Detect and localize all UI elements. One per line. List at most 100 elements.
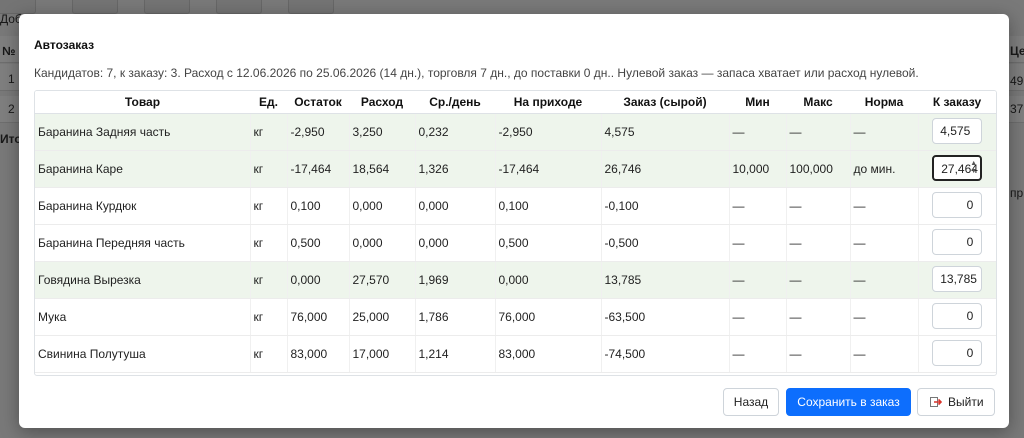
table-row[interactable]: Баранина Задняя часть кг -2,950 3,250 0,232-…	[35, 113, 996, 151]
column-header[interactable]: Заказ (сырой)	[601, 91, 729, 114]
order-qty-input[interactable]: 0	[932, 302, 983, 329]
raw-order-cell: -0,100	[601, 187, 730, 225]
max-cell: —	[786, 224, 851, 262]
table-body: Баранина Задняя часть кг -2,950 3,250 0,232-…	[35, 113, 996, 373]
table-row[interactable]: Баранина Каре кг -17,464 18,564 1,326 -17,464…	[35, 150, 996, 188]
order-qty-value: 0	[966, 308, 974, 323]
avg-day-cell: 1,214	[415, 335, 496, 373]
min-cell: —	[729, 187, 787, 225]
max-cell: 100,000	[786, 150, 851, 188]
incoming-cell: 0,500	[495, 224, 602, 262]
order-qty-value: 0	[966, 345, 974, 360]
product-cell: Баранина Курдюк	[35, 187, 251, 225]
order-qty-cell: 13,785	[918, 261, 996, 299]
min-cell: —	[729, 113, 787, 151]
consumption-cell: 18,564	[349, 150, 416, 188]
order-qty-input[interactable]: 0	[932, 228, 983, 255]
order-qty-value: 0	[966, 197, 974, 212]
min-cell: 10,000	[729, 150, 787, 188]
consumption-cell: 17,000	[349, 335, 416, 373]
table-header-row: Товар Ед. Остаток Расход Ср./день На приходе З…	[35, 91, 996, 114]
table-row[interactable]: Говядина Вырезка кг 0,000 27,570 1,969 0,000 1…	[35, 261, 996, 299]
table-row[interactable]: Свинина Полутуша кг 83,000 17,000 1,214 83,00…	[35, 335, 996, 373]
column-header[interactable]: К заказу	[918, 91, 996, 114]
exit-button-label: Выйти	[948, 395, 984, 409]
column-header[interactable]: Норма	[850, 91, 918, 114]
order-qty-input[interactable]: 27,464 ▲ ▼	[932, 154, 983, 181]
exit-icon	[930, 397, 942, 407]
stock-cell: -2,950	[287, 113, 350, 151]
incoming-cell: 76,000	[495, 298, 602, 336]
table-row[interactable]: Баранина Курдюк кг 0,100 0,000 0,000 0,100 -0,…	[35, 187, 996, 225]
raw-order-cell: 26,746	[601, 150, 730, 188]
stock-cell: 0,000	[287, 261, 350, 299]
raw-order-cell: 4,575	[601, 113, 730, 151]
column-header[interactable]: Ед.	[250, 91, 287, 114]
consumption-cell: 0,000	[349, 224, 416, 262]
min-cell: —	[729, 224, 787, 262]
incoming-cell: 0,000	[495, 261, 602, 299]
consumption-cell: 27,570	[349, 261, 416, 299]
product-cell: Говядина Вырезка	[35, 261, 251, 299]
stock-cell: 0,100	[287, 187, 350, 225]
column-header[interactable]: Мин	[729, 91, 786, 114]
table-row[interactable]: Баранина Передняя часть кг 0,500 0,000 0,000…	[35, 224, 996, 262]
avg-day-cell: 1,326	[415, 150, 496, 188]
consumption-cell: 0,000	[349, 187, 416, 225]
norm-cell: —	[850, 335, 919, 373]
order-qty-cell: 0	[918, 298, 996, 336]
consumption-cell: 3,250	[349, 113, 416, 151]
avg-day-cell: 1,969	[415, 261, 496, 299]
order-qty-input[interactable]: 0	[932, 191, 983, 218]
norm-cell: —	[850, 113, 919, 151]
min-cell: —	[729, 335, 787, 373]
norm-cell: —	[850, 187, 919, 225]
autoorder-table: Товар Ед. Остаток Расход Ср./день На приходе З…	[35, 91, 996, 373]
raw-order-cell: -0,500	[601, 224, 730, 262]
norm-cell: —	[850, 298, 919, 336]
min-cell: —	[729, 298, 787, 336]
order-qty-cell: 0	[918, 187, 996, 225]
avg-day-cell: 0,232	[415, 113, 496, 151]
table-row[interactable]: Мука кг 76,000 25,000 1,786 76,000 -63,500— — —0	[35, 298, 996, 336]
stock-cell: 76,000	[287, 298, 350, 336]
order-qty-value: 13,785	[940, 271, 977, 286]
stock-cell: 0,500	[287, 224, 350, 262]
column-header[interactable]: Расход	[349, 91, 415, 114]
order-qty-cell: 0	[918, 224, 996, 262]
modal-title: Автозаказ	[34, 38, 95, 52]
column-header[interactable]: Товар	[35, 91, 250, 114]
max-cell: —	[786, 261, 851, 299]
autoorder-table-wrapper[interactable]: Товар Ед. Остаток Расход Ср./день На приходе З…	[34, 90, 997, 376]
spinner-arrows-icon[interactable]: ▲ ▼	[969, 160, 978, 177]
unit-cell: кг	[250, 261, 288, 299]
order-qty-input[interactable]: 0	[932, 339, 983, 366]
save-to-order-button[interactable]: Сохранить в заказ	[786, 388, 911, 416]
unit-cell: кг	[250, 150, 288, 188]
column-header[interactable]: Макс	[786, 91, 850, 114]
order-qty-cell: 0	[918, 335, 996, 373]
max-cell: —	[786, 113, 851, 151]
norm-cell: до мин.	[850, 150, 919, 188]
max-cell: —	[786, 298, 851, 336]
back-button[interactable]: Назад	[723, 388, 779, 416]
product-cell: Мука	[35, 298, 251, 336]
column-header[interactable]: Ср./день	[415, 91, 495, 114]
order-qty-input[interactable]: 13,785	[932, 265, 983, 292]
autoorder-modal: Автозаказ Кандидатов: 7, к заказу: 3. Ра…	[19, 14, 1009, 428]
stock-cell: -17,464	[287, 150, 350, 188]
column-header[interactable]: Остаток	[287, 91, 349, 114]
product-cell: Баранина Задняя часть	[35, 113, 251, 151]
norm-cell: —	[850, 224, 919, 262]
incoming-cell: 0,100	[495, 187, 602, 225]
unit-cell: кг	[250, 335, 288, 373]
min-cell: —	[729, 261, 787, 299]
max-cell: —	[786, 335, 851, 373]
order-qty-input[interactable]: 4,575	[932, 117, 983, 144]
exit-button[interactable]: Выйти	[917, 388, 995, 416]
product-cell: Свинина Полутуша	[35, 335, 251, 373]
unit-cell: кг	[250, 298, 288, 336]
avg-day-cell: 1,786	[415, 298, 496, 336]
column-header[interactable]: На приходе	[495, 91, 601, 114]
unit-cell: кг	[250, 224, 288, 262]
